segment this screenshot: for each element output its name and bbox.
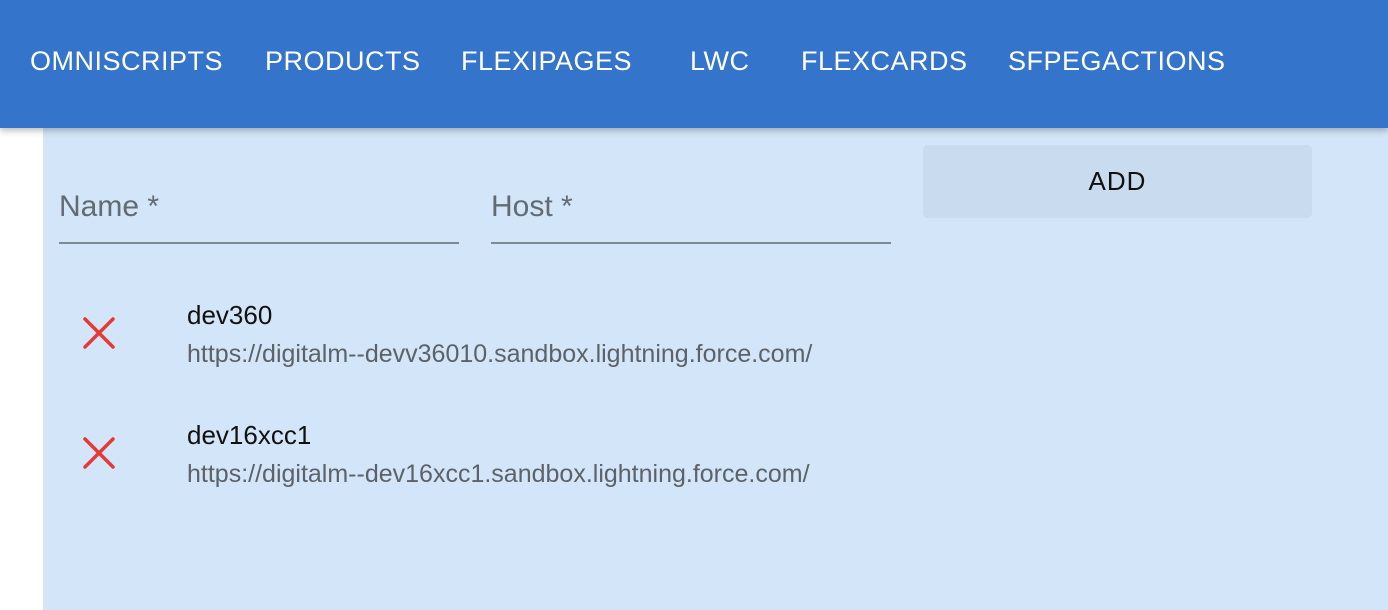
tab-products[interactable]: PRODUCTS <box>265 44 421 78</box>
tab-lwc[interactable]: LWC <box>690 44 750 78</box>
tab-flexipages[interactable]: FLEXIPAGES <box>461 44 632 78</box>
host-field[interactable]: Host * <box>491 190 895 244</box>
tab-omniscripts[interactable]: OMNISCRIPTS <box>30 44 223 78</box>
org-host: https://digitalm--devv36010.sandbox.ligh… <box>187 340 813 368</box>
add-button[interactable]: ADD <box>923 145 1312 218</box>
app-bar: OMNISCRIPTS PRODUCTS FLEXIPAGES LWC FLEX… <box>0 0 1388 128</box>
org-list-item: dev16xcc1 https://digitalm--dev16xcc1.sa… <box>0 410 1000 500</box>
org-name: dev16xcc1 <box>187 420 312 450</box>
close-icon[interactable] <box>78 312 120 354</box>
org-name: dev360 <box>187 300 273 330</box>
tab-sfpegactions[interactable]: SFPEGACTIONS <box>1008 44 1226 78</box>
close-icon[interactable] <box>78 432 120 474</box>
org-list-item: dev360 https://digitalm--devv36010.sandb… <box>0 290 1000 380</box>
name-input[interactable] <box>59 190 463 232</box>
host-input[interactable] <box>491 190 895 232</box>
name-field[interactable]: Name * <box>59 190 463 244</box>
org-host: https://digitalm--dev16xcc1.sandbox.ligh… <box>187 460 810 488</box>
tab-flexcards[interactable]: FLEXCARDS <box>801 44 968 78</box>
